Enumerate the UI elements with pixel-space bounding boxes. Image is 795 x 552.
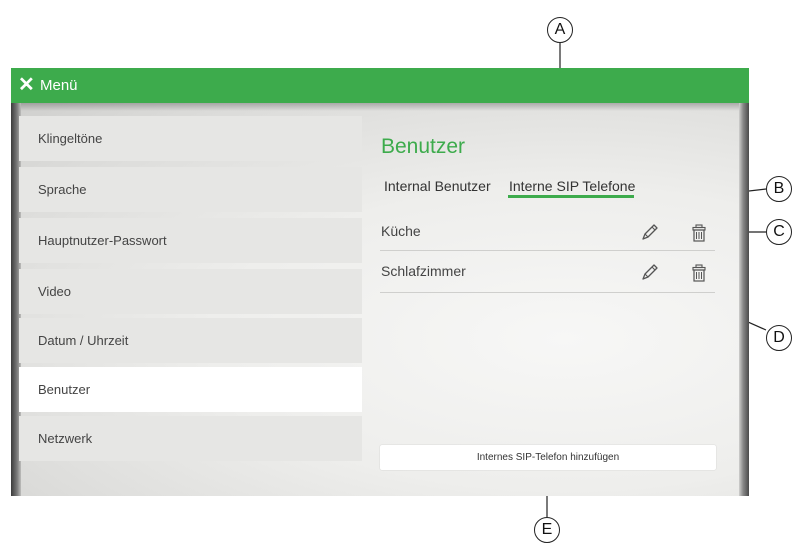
trash-icon[interactable] [688, 222, 710, 244]
header-shadow [21, 103, 739, 111]
sidebar-item-label: Netzwerk [38, 431, 93, 446]
add-sip-phone-button[interactable]: Internes SIP-Telefon hinzufügen [380, 445, 716, 470]
row-divider [380, 250, 715, 251]
sip-phone-name-kueche: Küche [381, 223, 421, 239]
sidebar-item-label: Klingeltöne [38, 131, 103, 146]
pencil-icon[interactable] [638, 262, 660, 284]
sidebar-item-label: Video [38, 284, 72, 299]
sip-phone-name-schlafzimmer: Schlafzimmer [381, 263, 466, 279]
sidebar-item-benutzer[interactable]: Benutzer [19, 367, 362, 412]
sidebar-item-label: Datum / Uhrzeit [38, 333, 129, 348]
active-tab-indicator [508, 195, 634, 198]
callout-d: D [766, 325, 792, 351]
callout-c: C [766, 219, 792, 245]
section-title: Benutzer [381, 135, 466, 158]
callout-b: B [766, 176, 792, 202]
sidebar-item-label: Sprache [38, 182, 87, 197]
sidebar-item-netzwerk[interactable]: Netzwerk [19, 416, 362, 461]
sidebar-item-klingeltoene[interactable]: Klingeltöne [19, 116, 362, 161]
pencil-icon[interactable] [638, 222, 660, 244]
callout-a: A [547, 17, 573, 43]
sidebar-item-sprache[interactable]: Sprache [19, 167, 362, 212]
callout-e: E [534, 517, 560, 543]
close-icon[interactable]: ✕ [18, 73, 38, 97]
tab-interne-sip-telefone[interactable]: Interne SIP Telefone [509, 176, 635, 196]
trash-icon[interactable] [688, 262, 710, 284]
sidebar-item-video[interactable]: Video [19, 269, 362, 314]
menu-header-bar: ✕ Menü [11, 68, 749, 103]
sidebar-item-label: Benutzer [38, 382, 91, 397]
sidebar-item-hauptnutzer-passwort[interactable]: Hauptnutzer-Passwort [19, 218, 362, 263]
menu-title: Menü [40, 77, 78, 94]
row-divider [380, 292, 715, 293]
sidebar-item-label: Hauptnutzer-Passwort [38, 233, 167, 248]
right-bezel [739, 103, 749, 496]
sidebar-item-datum-uhrzeit[interactable]: Datum / Uhrzeit [19, 318, 362, 363]
tab-internal-benutzer[interactable]: Internal Benutzer [384, 176, 491, 196]
